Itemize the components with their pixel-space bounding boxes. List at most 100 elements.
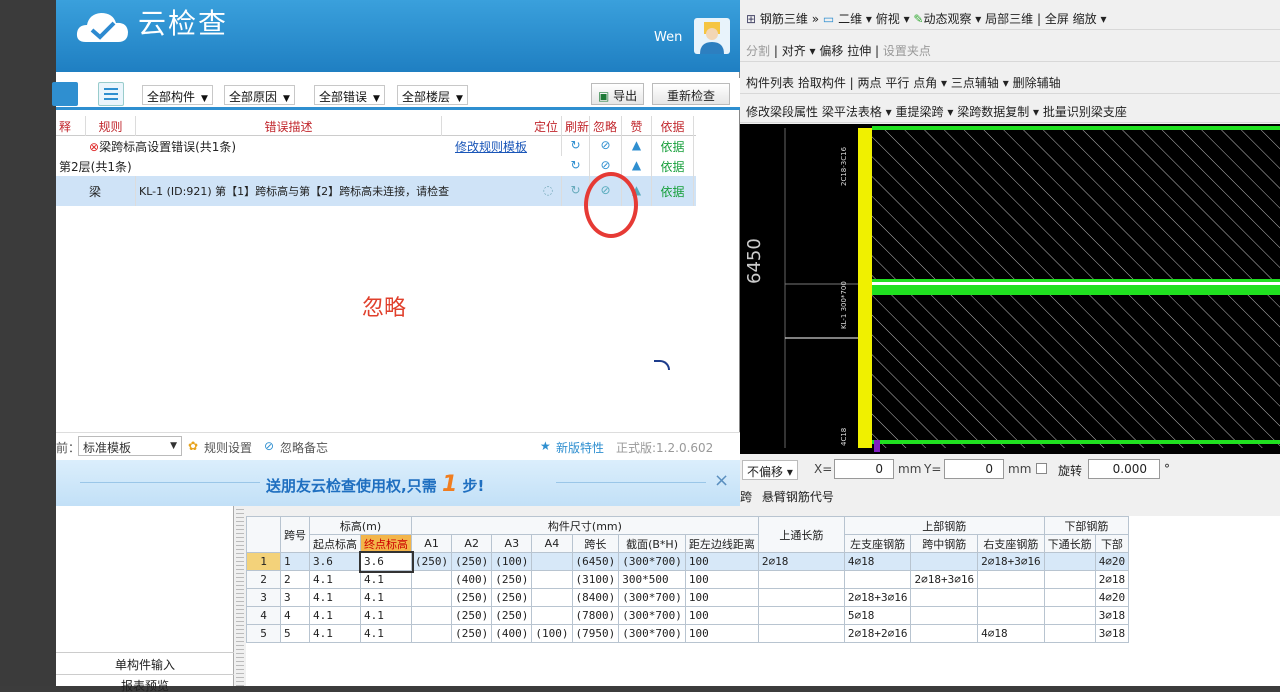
grid-cell[interactable] (757, 606, 845, 625)
2d-button[interactable]: 二维 (838, 12, 862, 26)
grid-cell[interactable]: 5 (280, 624, 310, 643)
rotate-input[interactable]: 0.000 (1088, 459, 1160, 479)
grid-cell[interactable]: (250) (451, 552, 493, 571)
export-button[interactable]: ▣ 导出 (591, 83, 645, 105)
grid-cell[interactable]: 300*500 (618, 570, 686, 589)
delete-axis-button[interactable]: 删除辅轴 (1013, 76, 1061, 90)
grid-cell[interactable]: 4.1 (309, 570, 361, 589)
grid-cell[interactable]: (7950) (571, 624, 620, 643)
dynamic-view-button[interactable]: 动态观察 (923, 12, 971, 26)
recheck-button[interactable]: 重新检查 (652, 83, 730, 105)
grid-cell[interactable]: (250) (491, 588, 533, 607)
grid-cell[interactable]: 2⌀18+3⌀16 (910, 570, 979, 589)
like-icon[interactable]: ▲ (622, 156, 652, 176)
modify-template-link[interactable]: 修改规则模板 (452, 136, 562, 156)
single-component-input[interactable]: 单构件输入 (56, 652, 234, 674)
split-button[interactable]: 分割 (746, 44, 770, 58)
table-row[interactable]: 3 3 4.1 4.1 (250) (250) (8400) (300*700) 100 2⌀18… (246, 588, 1130, 607)
rule-settings-link[interactable]: 规则设置 (204, 439, 252, 456)
fullscreen-button[interactable]: 全屏 (1045, 12, 1069, 26)
y-input[interactable]: 0 (944, 459, 1004, 479)
grid-cell[interactable] (1043, 606, 1096, 625)
grid-cell[interactable]: 5⌀18 (843, 606, 912, 625)
grid-cell[interactable] (531, 552, 573, 571)
grid-cell[interactable]: (250) (451, 624, 493, 643)
grid-cell[interactable]: (300*700) (618, 552, 686, 571)
template-select[interactable]: 标准模板 ▼ (78, 436, 182, 456)
grid-cell[interactable]: (8400) (571, 588, 620, 607)
grid-cell[interactable]: 100 (684, 552, 759, 571)
grid-cell[interactable]: 4.1 (360, 570, 412, 589)
grid-cell[interactable]: 4.1 (309, 606, 361, 625)
grid-cell[interactable]: 2 (246, 570, 281, 589)
grid-cell[interactable] (1043, 588, 1096, 607)
reason-filter[interactable]: 全部原因 ▼ (224, 85, 295, 105)
grid-cell[interactable] (910, 606, 979, 625)
report-preview[interactable]: 报表预览 (56, 674, 234, 692)
grid-cell[interactable]: 4⌀20 (1094, 552, 1130, 571)
grid-cell[interactable]: 3.6 (358, 550, 414, 573)
grid-cell[interactable] (531, 606, 573, 625)
component-filter[interactable]: 全部构件 ▼ (142, 85, 213, 105)
grid-cell[interactable]: 4.1 (360, 624, 412, 643)
grid-cell[interactable]: 2⌀18 (757, 552, 845, 571)
tab-cantilever[interactable]: 悬臂钢筋代号 (762, 490, 834, 504)
grid-cell[interactable]: (400) (451, 570, 493, 589)
grid-cell[interactable]: (300*700) (618, 624, 686, 643)
locate-icon[interactable]: ◌ (534, 176, 562, 206)
grid-cell[interactable]: 100 (684, 624, 759, 643)
x-input[interactable]: 0 (834, 459, 894, 479)
grid-cell[interactable]: (3100) (571, 570, 620, 589)
align-button[interactable]: 对齐 (782, 44, 806, 58)
grid-cell[interactable] (1043, 624, 1096, 643)
splitter-handle[interactable] (236, 506, 244, 686)
point-angle-button[interactable]: 点角 (913, 76, 937, 90)
basis-button[interactable]: 依据 (652, 136, 694, 156)
grid-cell[interactable] (910, 624, 979, 643)
ignore-memo-link[interactable]: 忽略备忘 (280, 439, 328, 456)
grid-cell[interactable]: 4.1 (309, 588, 361, 607)
table-row[interactable]: 2 2 4.1 4.1 (400) (250) (3100) 300*500 100 2⌀18+3… (246, 570, 1130, 589)
grid-cell[interactable]: 4 (280, 606, 310, 625)
grid-cell[interactable]: 4⌀18 (843, 552, 912, 571)
grid-cell[interactable] (757, 624, 845, 643)
grid-cell[interactable] (843, 570, 912, 589)
set-grip-button[interactable]: 设置夹点 (883, 44, 931, 58)
table-row[interactable]: ⊗梁跨标高设置错误(共1条) 修改规则模板 ↻ ⊘ ▲ 依据 (56, 136, 696, 156)
rotate-checkbox[interactable] (1036, 463, 1047, 474)
grid-cell[interactable]: 4⌀20 (1094, 588, 1130, 607)
grid-cell[interactable]: (7800) (571, 606, 620, 625)
table-row[interactable]: 1 1 3.6 3.6 (250) (250) (100) (6450) (300*700) 10… (246, 550, 1130, 573)
grid-cell[interactable]: 2⌀18+3⌀16 (843, 588, 912, 607)
grid-cell[interactable]: 3 (280, 588, 310, 607)
like-icon[interactable]: ▲ (622, 136, 652, 156)
floor-filter[interactable]: 全部楼层 ▼ (397, 85, 468, 105)
stretch-button[interactable]: 拉伸 (847, 44, 871, 58)
grid-cell[interactable]: 2⌀18+2⌀16 (843, 624, 912, 643)
grid-view-icon[interactable] (52, 82, 78, 106)
drawing-canvas[interactable]: 6450 KL-1 300*700 2C18-3C16 4C18 (740, 124, 1280, 454)
re-extract-span-button[interactable]: 重提梁跨 (896, 105, 944, 119)
error-filter[interactable]: 全部错误 ▼ (314, 85, 385, 105)
ignore-icon[interactable]: ⊘ (590, 136, 622, 156)
promo-banner[interactable]: 送朋友云检查使用权,只需 1 步! × (56, 460, 740, 506)
grid-cell[interactable]: (6450) (571, 552, 620, 571)
rebar-3d-button[interactable]: 钢筋三维 (760, 12, 808, 26)
grid-cell[interactable] (410, 588, 453, 607)
component-list-button[interactable]: 构件列表 (746, 76, 794, 90)
grid-cell[interactable]: (100) (491, 552, 533, 571)
grid-cell[interactable]: (400) (491, 624, 533, 643)
table-row[interactable]: 4 4 4.1 4.1 (250) (250) (7800) (300*700) 100 5⌀18… (246, 606, 1130, 625)
new-features-link[interactable]: 新版特性 (556, 439, 604, 456)
offset-button[interactable]: 偏移 (819, 44, 843, 58)
grid-cell[interactable] (977, 588, 1045, 607)
grid-cell[interactable]: 2⌀18+3⌀16 (977, 552, 1045, 571)
grid-cell[interactable]: 5 (246, 624, 281, 643)
close-icon[interactable]: × (714, 470, 729, 491)
grid-cell[interactable]: 4⌀18 (977, 624, 1045, 643)
grid-cell[interactable] (410, 624, 453, 643)
grid-cell[interactable] (1043, 552, 1096, 571)
grid-cell[interactable]: 4.1 (360, 588, 412, 607)
grid-cell[interactable] (757, 588, 845, 607)
grid-cell[interactable]: 100 (684, 570, 759, 589)
